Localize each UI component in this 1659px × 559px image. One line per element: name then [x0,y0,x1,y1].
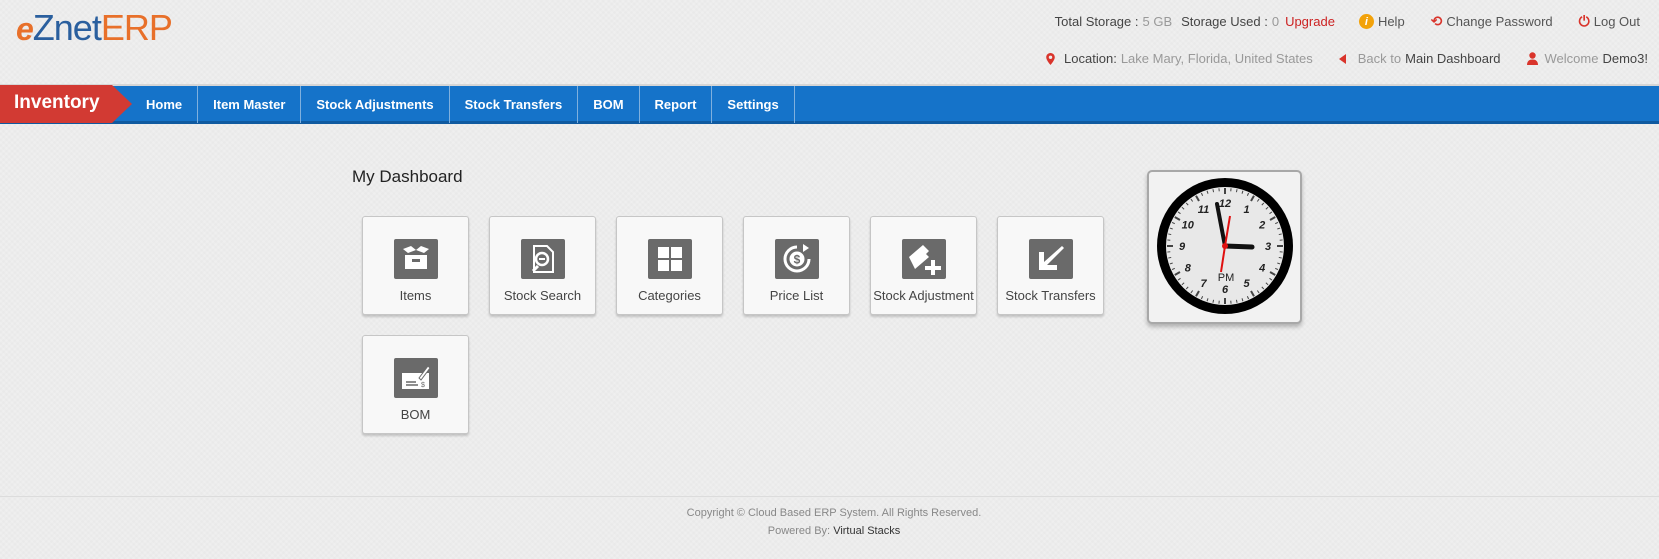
clock-numeral: 7 [1200,278,1207,290]
page-title: My Dashboard [352,167,463,186]
nav-settings[interactable]: Settings [712,86,795,123]
arrow-down-left-icon [1028,239,1073,279]
document-search-icon [520,239,565,279]
clock-numeral: 3 [1265,241,1271,253]
powered-value[interactable]: Virtual Stacks [833,525,900,537]
location-value: Lake Mary, Florida, United States [1120,51,1313,66]
change-password-label: Change Password [1446,14,1553,29]
clock-numeral: 6 [1222,284,1229,296]
svg-text:$: $ [793,253,800,267]
tile-stock-transfers[interactable]: Stock Transfers [997,216,1104,315]
logo-erp: ERP [100,7,173,48]
back-to-dashboard-link[interactable]: Back to Main Dashboard [1338,51,1501,66]
help-label: Help [1377,14,1405,29]
logo-e: e [16,11,34,47]
tile-items[interactable]: Items [362,216,469,315]
tile-label: Items [399,288,432,303]
nav-bom[interactable]: BOM [578,86,640,123]
app-logo[interactable]: eZnetERP [16,7,173,49]
grid-icon [647,239,692,279]
clock-center [1222,243,1228,249]
tile-bom[interactable]: $ BOM [362,335,469,434]
clock-numeral: 5 [1243,278,1250,290]
location-pin-icon [1046,52,1055,65]
nav-stock-transfers[interactable]: Stock Transfers [450,86,579,123]
analog-clock: 12 1 2 3 4 5 6 7 8 9 10 11 PM [1147,170,1302,324]
clock-tick [1212,189,1215,193]
clock-numeral: 4 [1258,263,1265,275]
footer-powered: Powered By: Virtual Stacks [0,525,1659,537]
clock-numeral: 2 [1258,220,1265,232]
tile-label: Price List [769,288,824,303]
tile-stock-search[interactable]: Stock Search [489,216,596,315]
nav-home[interactable]: Home [132,86,199,123]
ticket-plus-icon [901,239,946,279]
box-icon [393,239,438,279]
svg-text:$: $ [421,382,425,389]
module-tab-inventory[interactable]: Inventory [0,85,132,123]
clock-tick [1168,233,1172,236]
logout-link[interactable]: ⏻ Log Out [1579,13,1640,30]
help-link[interactable]: i Help [1358,14,1405,29]
powered-label: Powered By: [767,525,831,537]
power-icon: ⏻ [1578,13,1590,29]
change-password-link[interactable]: ⟲ Change Password [1431,13,1553,30]
clock-period: PM [1218,272,1235,284]
storage-used-label: Storage Used : [1181,14,1268,29]
logout-label: Log Out [1593,14,1640,29]
signature-document-icon: $ [393,358,438,398]
storage-used-value: 0 [1271,14,1280,29]
nav-menu: Home Item Master Stock Adjustments Stock… [132,86,795,123]
hour-hand [1222,243,1255,250]
location-label: Location: [1064,51,1117,66]
nav-report[interactable]: Report [640,86,713,123]
clock-tick [1212,299,1215,303]
logo-znet: Znet [32,7,102,48]
clock-tick [1235,299,1238,303]
nav-item-master[interactable]: Item Master [198,86,302,123]
tile-stock-adjustment[interactable]: Stock Adjustment [870,216,977,315]
clock-face: 12 1234567891011 PM [1157,178,1293,314]
clock-numeral: 8 [1185,263,1192,275]
sub-info-bar: Location: Lake Mary, Florida, United Sta… [1046,51,1648,66]
clock-tick [1168,256,1172,259]
clock-numeral: 11 [1198,204,1209,216]
main-navbar: Inventory Home Item Master Stock Adjustm… [0,85,1659,124]
caret-left-icon [1338,53,1346,64]
upgrade-link[interactable]: Upgrade [1285,14,1335,29]
nav-stock-adjustments[interactable]: Stock Adjustments [301,86,450,123]
clock-tick [1278,256,1282,259]
clock-tick [1278,233,1282,236]
tile-label: BOM [400,407,431,422]
footer-divider [0,496,1659,497]
clock-numeral: 10 [1182,220,1195,232]
user-icon [1526,52,1538,65]
refresh-icon: ⟲ [1430,13,1443,29]
total-storage-label: Total Storage : [1054,14,1139,29]
dollar-refresh-icon: $ [774,239,819,279]
main-dashboard-label: Main Dashboard [1405,51,1501,66]
total-storage-value: 5 GB [1142,14,1173,29]
welcome-user: Welcome Demo3! [1526,51,1648,66]
info-icon: i [1358,14,1374,29]
clock-numeral: 9 [1179,241,1186,253]
top-info-bar: Total Storage : 5 GB Storage Used : 0 Up… [1055,13,1640,30]
tile-label: Categories [638,288,701,303]
tile-label: Stock Transfers [1005,288,1096,303]
clock-tick [1235,189,1238,193]
clock-numeral: 12 [1219,198,1231,210]
username: Demo3! [1602,51,1648,66]
clock-numeral: 1 [1243,204,1249,216]
tile-categories[interactable]: Categories [616,216,723,315]
tile-price-list[interactable]: $ Price List [743,216,850,315]
tile-label: Stock Adjustment [873,288,974,303]
tile-label: Stock Search [503,288,582,303]
welcome-label: Welcome [1544,51,1599,66]
footer-copyright: Copyright © Cloud Based ERP System. All … [686,507,982,519]
back-to-label: Back to [1357,51,1402,66]
